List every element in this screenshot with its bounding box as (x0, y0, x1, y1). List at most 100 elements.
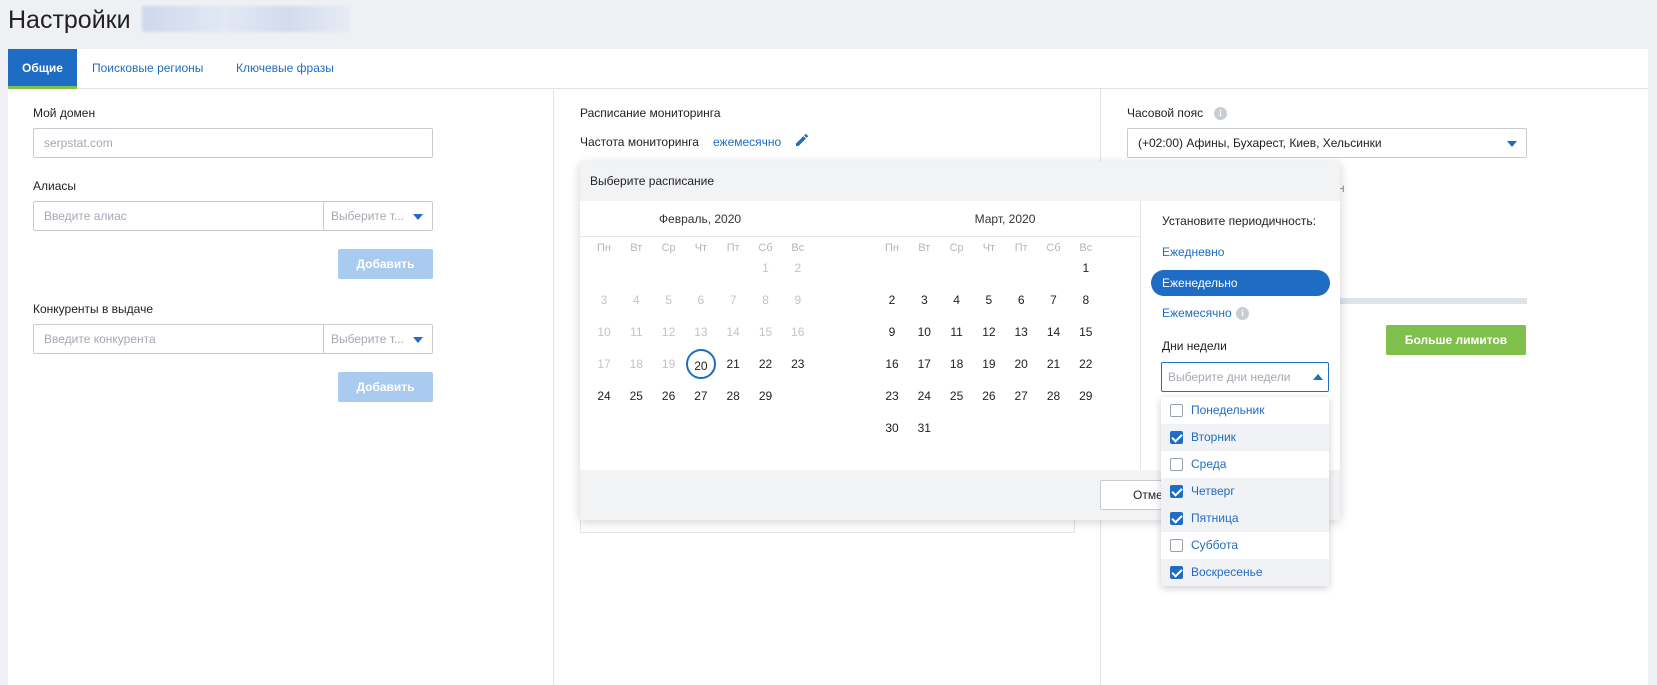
february-day: 6 (697, 293, 705, 307)
schedule-label: Расписание мониторинга (580, 106, 721, 120)
weekdays-select[interactable]: Выберите дни недели (1161, 362, 1329, 392)
march-day[interactable]: 10 (907, 315, 941, 349)
march-day[interactable]: 7 (1037, 283, 1071, 317)
february-day: 4 (632, 293, 640, 307)
info-icon[interactable]: i (1236, 307, 1249, 320)
march-day[interactable]: 3 (907, 283, 941, 317)
march-day[interactable]: 27 (1004, 379, 1038, 413)
february-day[interactable]: 29 (749, 379, 783, 413)
tab-search-regions[interactable]: Поисковые регионы (92, 49, 203, 88)
chevron-down-icon[interactable] (413, 214, 423, 220)
march-day[interactable]: 1 (1069, 251, 1103, 285)
weekday-header: Вт (918, 242, 931, 254)
march-day[interactable]: 13 (1004, 315, 1038, 349)
march-day[interactable]: 4 (940, 283, 974, 317)
weekday-option[interactable]: Четверг (1161, 478, 1329, 505)
march-day[interactable]: 31 (907, 411, 941, 445)
february-day: 16 (791, 325, 805, 339)
pencil-icon[interactable] (794, 132, 810, 151)
march-day[interactable]: 24 (907, 379, 941, 413)
competitor-input[interactable]: Введите конкурента (33, 324, 325, 354)
weekday-header: Сб (1046, 242, 1061, 254)
weekday-header: Ср (949, 242, 964, 254)
frequency-daily[interactable]: Ежедневно (1162, 245, 1224, 259)
march-day[interactable]: 25 (940, 379, 974, 413)
tab-general[interactable]: Общие (8, 49, 77, 89)
add-competitor-button[interactable]: Добавить (338, 372, 433, 402)
weekday-option[interactable]: Среда (1161, 451, 1329, 478)
frequency-value[interactable]: ежемесячно (713, 135, 781, 149)
march-day[interactable]: 8 (1069, 283, 1103, 317)
february-day[interactable]: 24 (587, 379, 621, 413)
checkbox-checked-icon[interactable] (1170, 431, 1183, 444)
month-title-march: Март, 2020 (974, 212, 1036, 226)
checkbox-checked-icon[interactable] (1170, 512, 1183, 525)
weekday-header: Пт (726, 242, 740, 254)
chevron-up-icon[interactable] (1313, 374, 1323, 380)
weekday-option[interactable]: Пятница (1161, 505, 1329, 532)
march-day[interactable]: 9 (875, 315, 909, 349)
february-day: 12 (661, 325, 676, 339)
weekday-option[interactable]: Понедельник (1161, 397, 1329, 424)
weekday-option-label: Пятница (1191, 511, 1239, 525)
checkbox-checked-icon[interactable] (1170, 485, 1183, 498)
march-day[interactable]: 16 (875, 347, 909, 381)
february-day: 3 (600, 293, 608, 307)
march-day[interactable]: 15 (1069, 315, 1103, 349)
weekday-option-label: Четверг (1191, 484, 1235, 498)
checkbox-icon[interactable] (1170, 404, 1183, 417)
weekday-header: Ср (661, 242, 676, 254)
march-day[interactable]: 11 (940, 315, 974, 349)
project-name-redacted (142, 6, 350, 32)
timezone-label: Часовой пояс (1127, 106, 1204, 120)
february-day[interactable]: 25 (619, 379, 653, 413)
march-day[interactable]: 14 (1037, 315, 1071, 349)
weekday-header: Чт (982, 242, 996, 254)
march-day[interactable]: 30 (875, 411, 909, 445)
march-day[interactable]: 29 (1069, 379, 1103, 413)
checkbox-icon[interactable] (1170, 458, 1183, 471)
march-day[interactable]: 18 (940, 347, 974, 381)
february-day: 18 (629, 357, 643, 371)
frequency-weekly[interactable]: Еженедельно (1151, 270, 1330, 296)
weekday-option[interactable]: Воскресенье (1161, 559, 1329, 586)
add-alias-button[interactable]: Добавить (338, 249, 433, 279)
alias-input[interactable]: Введите алиас (33, 201, 325, 231)
march-day[interactable]: 28 (1037, 379, 1071, 413)
march-day[interactable]: 19 (972, 347, 1006, 381)
domain-input[interactable]: serpstat.com (33, 128, 433, 158)
march-day[interactable]: 20 (1004, 347, 1038, 381)
february-day: 15 (758, 325, 773, 339)
march-day[interactable]: 21 (1037, 347, 1071, 381)
february-day[interactable]: 21 (716, 347, 750, 381)
weekday-header: Пн (885, 242, 899, 254)
weekday-option[interactable]: Вторник (1161, 424, 1329, 451)
info-icon[interactable]: i (1214, 107, 1227, 120)
march-day[interactable]: 12 (972, 315, 1006, 349)
february-day[interactable]: 27 (684, 379, 718, 413)
march-day[interactable]: 5 (972, 283, 1006, 317)
march-day[interactable]: 2 (875, 283, 909, 317)
february-day[interactable]: 23 (781, 347, 815, 381)
chevron-down-icon[interactable] (413, 337, 423, 343)
column-divider (553, 89, 554, 685)
march-day[interactable]: 26 (972, 379, 1006, 413)
weekday-option[interactable]: Суббота (1161, 532, 1329, 559)
frequency-monthly[interactable]: Ежемесячно (1162, 306, 1232, 320)
february-day[interactable]: 26 (652, 379, 686, 413)
timezone-select[interactable]: (+02:00) Афины, Бухарест, Киев, Хельсинк… (1127, 128, 1527, 158)
calendar-divider (580, 236, 1140, 237)
february-day[interactable]: 20 (685, 349, 716, 379)
february-day[interactable]: 28 (716, 379, 750, 413)
march-day[interactable]: 6 (1004, 283, 1038, 317)
tab-keywords[interactable]: Ключевые фразы (236, 49, 334, 88)
checkbox-checked-icon[interactable] (1170, 566, 1183, 579)
chevron-down-icon[interactable] (1507, 141, 1517, 147)
more-limits-button[interactable]: Больше лимитов (1386, 325, 1526, 355)
march-day[interactable]: 17 (907, 347, 941, 381)
march-day[interactable]: 23 (875, 379, 909, 413)
february-day[interactable]: 22 (749, 347, 783, 381)
month-title-february: Февраль, 2020 (658, 212, 742, 226)
checkbox-icon[interactable] (1170, 539, 1183, 552)
march-day[interactable]: 22 (1069, 347, 1103, 381)
